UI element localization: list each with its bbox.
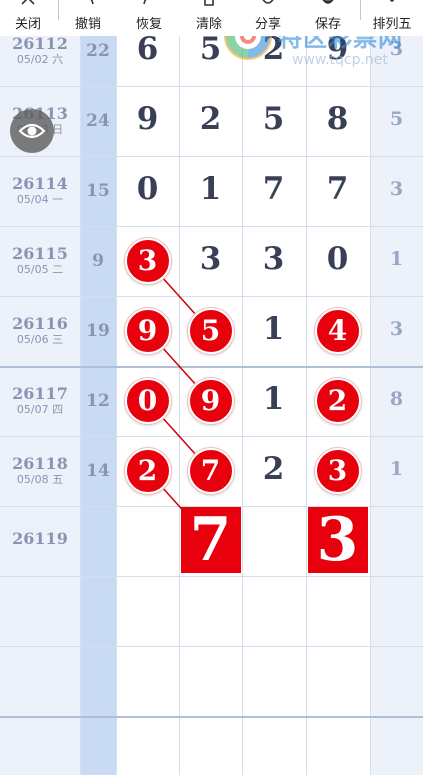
issue-number: 26115	[12, 244, 68, 263]
span-value: 3	[389, 318, 404, 340]
digit-cell[interactable]: 1	[179, 171, 242, 207]
issue-number: 26116	[12, 314, 68, 333]
marked-digit-ball[interactable]: 2	[314, 378, 361, 424]
download-icon	[322, 0, 334, 5]
marked-digit-ball[interactable]: 0	[124, 378, 171, 424]
clear-button[interactable]: 清除	[187, 0, 231, 36]
span-value: 1	[389, 248, 404, 270]
issue-cell: 26116 05/06 三	[0, 315, 80, 347]
digit-cell[interactable]: 2	[242, 451, 305, 487]
digit-cell[interactable]: 7	[306, 171, 369, 207]
sum-value: 24	[86, 111, 110, 131]
share-icon	[262, 0, 274, 4]
row-divider	[0, 576, 423, 577]
marked-digit-ball[interactable]: 9	[124, 308, 171, 354]
redo-icon	[143, 0, 147, 5]
draw-row: 26114 05/04 一 15 0 1 7 7 3	[0, 156, 423, 226]
issue-number: 26117	[12, 384, 68, 403]
sum-value: 22	[86, 41, 110, 61]
toolbar-divider	[360, 0, 361, 20]
row-divider	[0, 646, 423, 647]
digit-cell[interactable]: 8	[306, 101, 369, 137]
digit-cell[interactable]: 3	[242, 241, 305, 277]
close-label: 关闭	[14, 16, 41, 31]
marked-digit-ball[interactable]: 4	[314, 308, 361, 354]
toggle-visibility-button[interactable]	[10, 109, 54, 153]
digit-cell[interactable]: 0	[306, 241, 369, 277]
marked-digit-ball[interactable]: 9	[187, 378, 234, 424]
chevron-down-icon	[389, 0, 395, 3]
issue-cell: 26114 05/04 一	[0, 175, 80, 207]
trash-icon	[204, 0, 214, 6]
issue-number: 26112	[12, 34, 68, 53]
span-value: 8	[389, 388, 404, 410]
digit-cell[interactable]: 2	[179, 101, 242, 137]
sum-value: 15	[86, 181, 110, 201]
digit-cell[interactable]: 3	[179, 241, 242, 277]
save-label: 保存	[314, 16, 341, 31]
share-label: 分享	[254, 16, 281, 31]
digit-cell[interactable]: 6	[116, 31, 179, 67]
issue-cell: 26115 05/05 二	[0, 245, 80, 277]
digit-cell[interactable]: 7	[242, 171, 305, 207]
row-divider	[0, 716, 423, 718]
span-value: 3	[389, 178, 404, 200]
predicted-digit[interactable]: 3	[307, 507, 368, 573]
digit-cell[interactable]: 5	[242, 101, 305, 137]
lottery-type-select[interactable]: 排列五	[364, 0, 420, 36]
issue-date: 05/05 二	[16, 263, 64, 276]
draw-row: 2611305/03 日2492585	[0, 86, 423, 156]
digit-cell[interactable]: 0	[116, 171, 179, 207]
eye-icon	[18, 123, 46, 139]
issue-date: 05/06 三	[16, 333, 64, 346]
lottery-type-label: 排列五	[372, 16, 412, 31]
close-icon	[21, 0, 35, 5]
share-button[interactable]: 分享	[246, 0, 290, 36]
undo-button[interactable]: 撤销	[66, 0, 110, 36]
issue-cell: 26119	[0, 530, 80, 548]
redo-label: 恢复	[135, 16, 162, 31]
marked-digit-ball[interactable]: 3	[124, 238, 171, 284]
digit-cell[interactable]: 1	[242, 381, 305, 417]
sum-value: 9	[92, 251, 104, 271]
clear-label: 清除	[195, 16, 222, 31]
toolbar: 关闭 撤销 恢复 清除 分享 保存 排列五	[0, 0, 423, 36]
draw-row: 26115 05/05 二93301	[0, 226, 423, 296]
digit-cell[interactable]: 1	[242, 311, 305, 347]
span-value: 1	[389, 458, 404, 480]
sum-value: 19	[86, 321, 110, 341]
save-button[interactable]: 保存	[306, 0, 350, 36]
issue-number: 26119	[12, 529, 68, 548]
issue-cell: 26112 05/02 六	[0, 35, 80, 67]
sum-value: 14	[86, 461, 110, 481]
span-value: 5	[389, 108, 404, 130]
marked-digit-ball[interactable]: 5	[187, 308, 234, 354]
issue-date: 05/07 四	[16, 403, 64, 416]
issue-date: 05/02 六	[16, 53, 64, 66]
toolbar-divider	[58, 0, 59, 20]
undo-label: 撤销	[74, 16, 101, 31]
marked-digit-ball[interactable]: 2	[124, 448, 171, 494]
digit-cell[interactable]: 9	[116, 101, 179, 137]
predicted-digit[interactable]: 7	[180, 507, 241, 573]
close-button[interactable]: 关闭	[6, 0, 50, 36]
issue-date: 05/08 五	[16, 473, 64, 486]
issue-number: 26114	[12, 174, 68, 193]
issue-date: 05/04 一	[16, 193, 64, 206]
issue-cell: 26118 05/08 五	[0, 455, 80, 487]
sum-value: 12	[86, 391, 110, 411]
undo-icon	[90, 0, 94, 5]
marked-digit-ball[interactable]: 7	[187, 448, 234, 494]
issue-number: 26118	[12, 454, 68, 473]
redo-button[interactable]: 恢复	[127, 0, 171, 36]
issue-cell: 26117 05/07 四	[0, 385, 80, 417]
watermark-url: www.tqcp.net	[292, 52, 388, 68]
marked-digit-ball[interactable]: 3	[314, 448, 361, 494]
